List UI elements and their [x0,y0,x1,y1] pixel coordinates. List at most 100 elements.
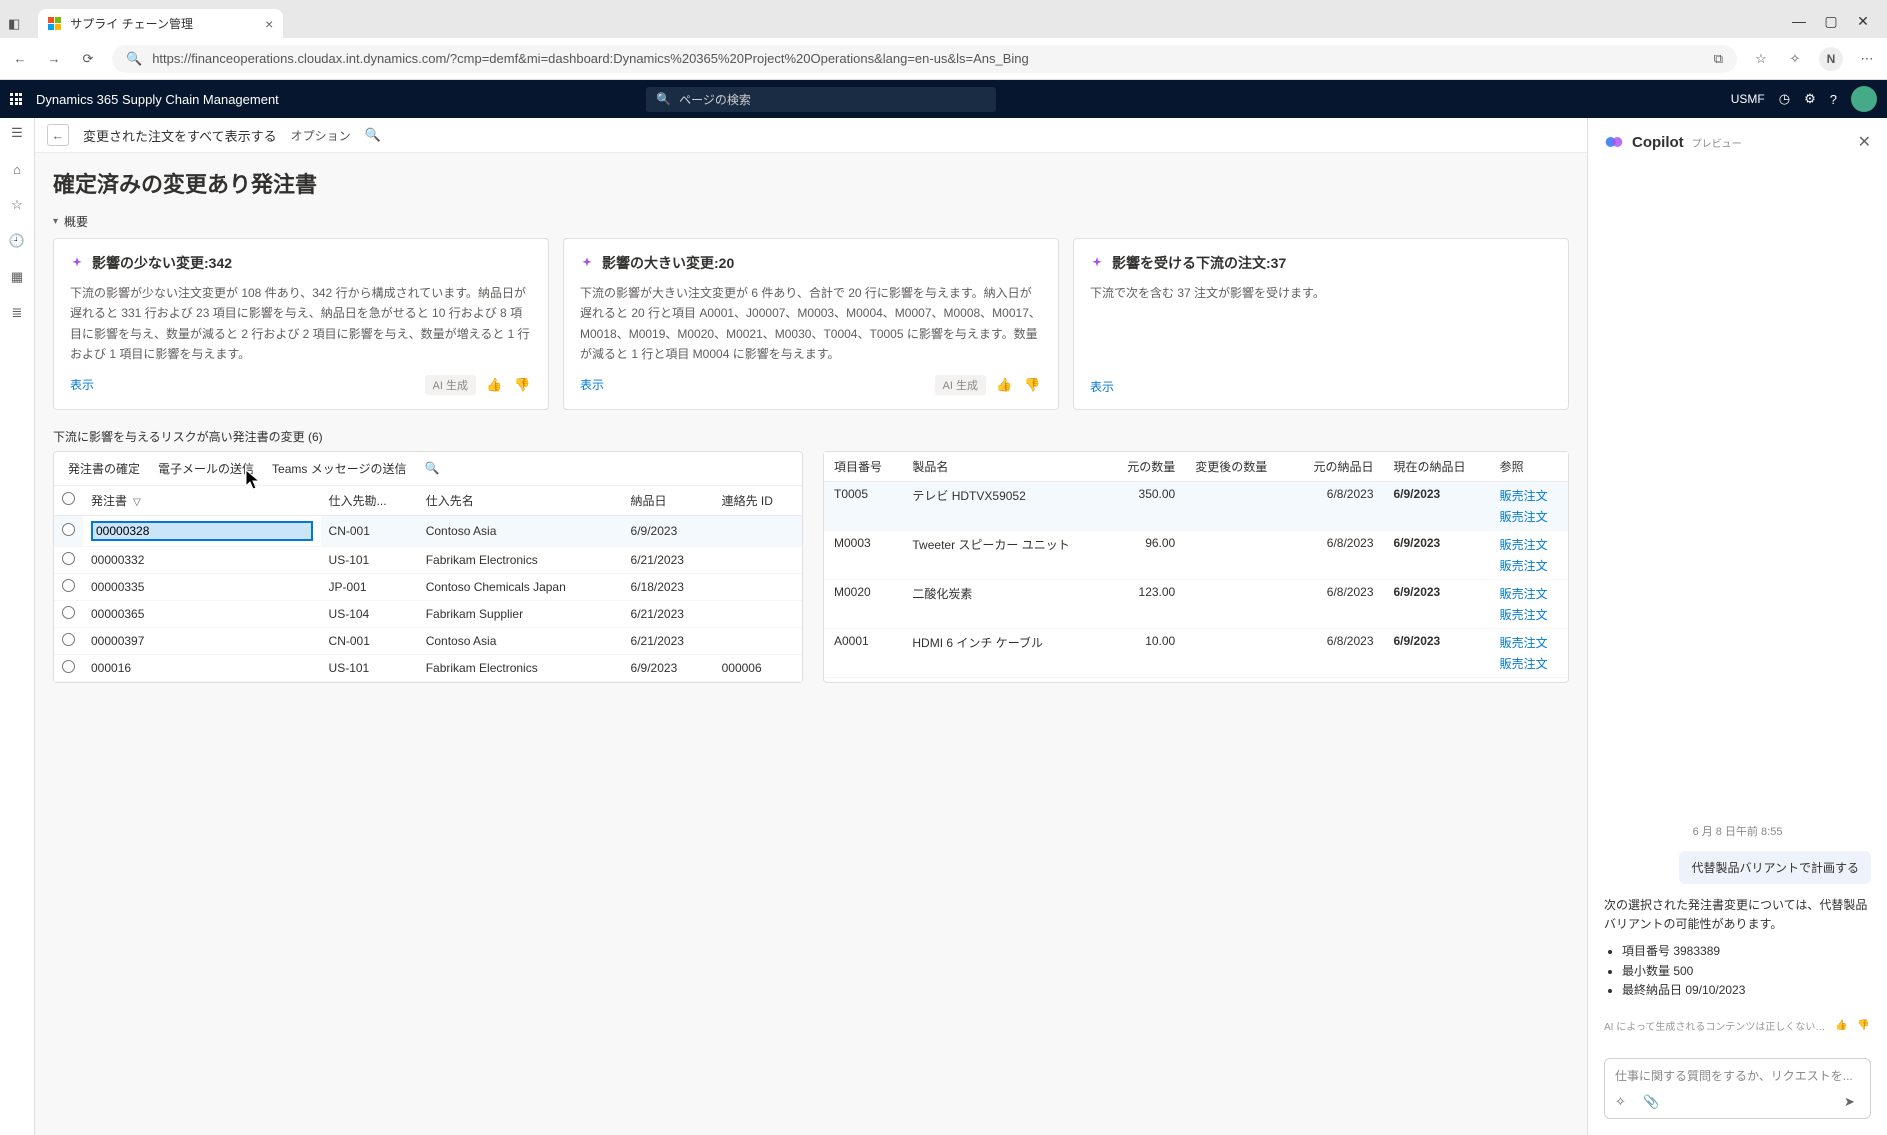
col-vendor-acct[interactable]: 仕入先勘... [321,486,418,516]
company-code[interactable]: USMF [1731,92,1765,106]
table-row[interactable]: A0001 HDMI 6 インチ ケーブル 10.00 6/8/2023 6/9… [824,628,1568,677]
close-window-button[interactable]: ✕ [1855,13,1871,30]
col-item[interactable]: 項目番号 [824,452,902,482]
ref-link[interactable]: 販売注文 [1500,487,1558,504]
minimize-button[interactable]: — [1791,13,1807,30]
col-new-qty[interactable]: 変更後の数量 [1185,452,1291,482]
po-cell[interactable]: 00000335 [83,573,321,600]
favorite-icon[interactable]: ☆ [1751,49,1771,69]
site-info-icon[interactable]: 🔍 [126,51,142,67]
row-select[interactable] [54,600,83,627]
collections-icon[interactable]: ✧ [1785,49,1805,69]
sparkle-input-icon[interactable]: ✧ [1615,1094,1631,1110]
ref-link[interactable]: 販売注文 [1500,606,1558,623]
send-teams-button[interactable]: Teams メッセージの送信 [272,460,406,477]
card-show-link[interactable]: 表示 [1090,378,1114,395]
rail-workspace-icon[interactable]: ▦ [8,268,26,286]
item-cell[interactable]: A0001 [824,628,902,677]
profile-avatar[interactable]: N [1819,47,1843,71]
back-button[interactable]: ← [10,49,30,69]
table-row[interactable]: M0020 二酸化炭素 123.00 6/8/2023 6/9/2023 販売注… [824,579,1568,628]
po-cell[interactable]: 000016 [83,654,321,681]
row-select[interactable] [54,515,83,546]
settings-icon[interactable]: ⚙ [1804,91,1816,107]
card-show-link[interactable]: 表示 [70,376,94,393]
rail-modules-icon[interactable]: ≣ [8,304,26,322]
overview-section-toggle[interactable]: 概要 [53,213,1569,230]
cmd-search-icon[interactable]: 🔍 [365,127,381,143]
table-row[interactable]: T0005 テレビ HDTVX59052 350.00 6/8/2023 6/9… [824,481,1568,530]
row-select[interactable] [54,627,83,654]
po-cell[interactable] [83,515,321,546]
forward-button[interactable]: → [44,49,64,69]
thumbs-up-icon[interactable]: 👍 [1835,1016,1849,1034]
item-cell[interactable]: M0020 [824,579,902,628]
reader-icon[interactable]: ⧉ [1714,51,1723,67]
page-back-button[interactable]: ← [47,124,69,146]
maximize-button[interactable]: ▢ [1823,13,1839,30]
item-cell[interactable]: T0005 [824,481,902,530]
row-select[interactable] [54,573,83,600]
po-cell[interactable]: 00000365 [83,600,321,627]
toolbar-search-icon[interactable]: 🔍 [424,461,440,475]
thumbs-up-icon[interactable]: 👍 [996,376,1014,394]
item-cell[interactable]: M0003 [824,530,902,579]
col-orig-date[interactable]: 元の納品日 [1291,452,1383,482]
user-avatar[interactable] [1851,86,1877,112]
rail-star-icon[interactable]: ☆ [8,196,26,214]
card-show-link[interactable]: 表示 [580,376,604,393]
ref-link[interactable]: 販売注文 [1500,508,1558,525]
table-row[interactable]: M0003 Tweeter スピーカー ユニット 96.00 6/8/2023 … [824,530,1568,579]
tab-close-icon[interactable]: × [265,16,273,32]
col-product[interactable]: 製品名 [902,452,1106,482]
table-row[interactable]: 00000365 US-104 Fabrikam Supplier 6/21/2… [54,600,802,627]
more-icon[interactable]: ⋯ [1857,49,1877,69]
url-field[interactable]: 🔍 https://financeoperations.cloudax.int.… [112,45,1737,73]
confirm-po-button[interactable]: 発注書の確定 [68,460,140,477]
col-vendor-name[interactable]: 仕入先名 [418,486,623,516]
copilot-close-icon[interactable]: ✕ [1858,132,1871,152]
row-select[interactable] [54,654,83,681]
help-icon[interactable]: ? [1830,92,1837,107]
ref-link[interactable]: 販売注文 [1500,655,1558,672]
thumbs-down-icon[interactable]: 👎 [1024,376,1042,394]
filter-icon[interactable]: ▽ [133,497,141,508]
thumbs-up-icon[interactable]: 👍 [486,376,504,394]
browser-shield-icon[interactable]: ◧ [0,16,28,38]
thumbs-down-icon[interactable]: 👎 [514,376,532,394]
browser-tab[interactable]: サプライ チェーン管理 × [38,9,283,38]
attach-icon[interactable]: 📎 [1643,1094,1659,1110]
ref-link[interactable]: 販売注文 [1500,585,1558,602]
cmd-show-all[interactable]: 変更された注文をすべて表示する [83,126,277,145]
col-contact[interactable]: 連絡先 ID [714,486,802,516]
row-select[interactable] [54,546,83,573]
table-row[interactable]: 00000332 US-101 Fabrikam Electronics 6/2… [54,546,802,573]
send-email-button[interactable]: 電子メールの送信 [158,460,254,477]
notifications-icon[interactable]: ◷ [1779,91,1790,107]
table-row[interactable]: 000016 US-101 Fabrikam Electronics 6/9/2… [54,654,802,681]
thumbs-down-icon[interactable]: 👎 [1857,1016,1871,1034]
po-input[interactable] [91,521,313,541]
select-all-col[interactable] [54,486,83,516]
rail-home-icon[interactable]: ⌂ [8,160,26,178]
rail-menu-icon[interactable]: ☰ [8,124,26,142]
copilot-input[interactable]: 仕事に関する質問をするか、リクエストを... ✧ 📎 ➤ [1604,1058,1871,1119]
cmd-options[interactable]: オプション [291,127,351,144]
col-orig-qty[interactable]: 元の数量 [1107,452,1185,482]
rail-recent-icon[interactable]: 🕘 [8,232,26,250]
refresh-button[interactable]: ⟳ [78,49,98,69]
page-search[interactable]: 🔍 ページの検索 [646,87,996,112]
col-po[interactable]: 発注書▽ [83,486,321,516]
po-cell[interactable]: 00000332 [83,546,321,573]
table-row[interactable]: 00000397 CN-001 Contoso Asia 6/21/2023 [54,627,802,654]
table-row[interactable]: 00000335 JP-001 Contoso Chemicals Japan … [54,573,802,600]
col-ref[interactable]: 参照 [1490,452,1568,482]
col-cur-date[interactable]: 現在の納品日 [1384,452,1490,482]
table-row[interactable]: CN-001 Contoso Asia 6/9/2023 [54,515,802,546]
po-cell[interactable]: 00000397 [83,627,321,654]
ref-link[interactable]: 販売注文 [1500,536,1558,553]
ref-link[interactable]: 販売注文 [1500,634,1558,651]
col-delivery[interactable]: 納品日 [623,486,714,516]
ref-link[interactable]: 販売注文 [1500,557,1558,574]
app-launcher-icon[interactable] [10,93,22,105]
